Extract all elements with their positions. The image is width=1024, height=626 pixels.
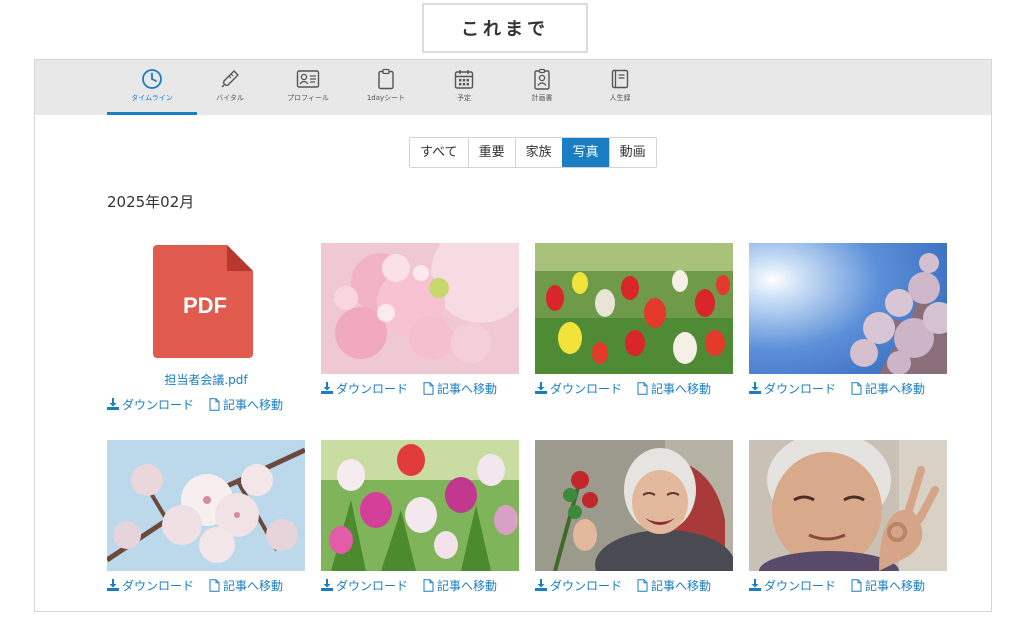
tab-label: バイタル — [216, 94, 244, 102]
pdf-badge: PDF — [183, 293, 227, 318]
notebook-icon — [611, 69, 629, 89]
pdf-file-icon[interactable]: PDF — [107, 243, 305, 374]
photo-thumbnail[interactable] — [321, 243, 519, 374]
item-actions: ダウンロード 記事へ移動 — [107, 577, 307, 593]
download-label: ダウンロード — [336, 578, 409, 593]
clock-icon — [142, 69, 162, 89]
tab-timeline[interactable]: タイムライン — [107, 60, 197, 115]
goto-article-button[interactable]: 記事へ移動 — [637, 577, 711, 594]
document-icon — [209, 397, 220, 411]
goto-label: 記事へ移動 — [651, 381, 712, 396]
item-actions: ダウンロード 記事へ移動 — [107, 396, 307, 412]
download-button[interactable]: ダウンロード — [749, 380, 836, 397]
download-label: ダウンロード — [550, 578, 623, 593]
item-actions: ダウンロード 記事へ移動 — [535, 380, 735, 396]
item-actions: ダウンロード 記事へ移動 — [321, 577, 521, 593]
filter-important[interactable]: 重要 — [467, 138, 515, 167]
item-actions: ダウンロード 記事へ移動 — [749, 577, 949, 593]
thermometer-icon — [221, 70, 239, 88]
download-icon — [321, 382, 333, 394]
document-icon — [209, 578, 220, 592]
goto-label: 記事へ移動 — [437, 381, 498, 396]
page-title: これまで — [422, 3, 588, 53]
tab-profile[interactable]: プロフィール — [263, 60, 353, 115]
photo-thumbnail[interactable] — [107, 440, 305, 571]
download-icon — [749, 579, 761, 591]
filter-photo[interactable]: 写真 — [561, 138, 609, 167]
download-icon — [107, 579, 119, 591]
pdf-filename[interactable]: 担当者会議.pdf — [107, 371, 305, 388]
filter-group: すべて 重要 家族 写真 動画 — [409, 137, 657, 168]
tab-label: タイムライン — [131, 94, 173, 102]
id-badge-icon — [534, 68, 550, 90]
download-icon — [107, 398, 119, 410]
filter-video[interactable]: 動画 — [608, 138, 656, 167]
goto-label: 記事へ移動 — [865, 578, 926, 593]
download-button[interactable]: ダウンロード — [107, 577, 194, 594]
goto-label: 記事へ移動 — [437, 578, 498, 593]
item-actions: ダウンロード 記事へ移動 — [749, 380, 949, 396]
download-button[interactable]: ダウンロード — [535, 577, 622, 594]
download-icon — [749, 382, 761, 394]
goto-label: 記事へ移動 — [223, 578, 284, 593]
download-icon — [535, 579, 547, 591]
download-icon — [535, 382, 547, 394]
item-actions: ダウンロード 記事へ移動 — [321, 380, 521, 396]
goto-label: 記事へ移動 — [651, 578, 712, 593]
download-icon — [321, 579, 333, 591]
document-icon — [423, 578, 434, 592]
tab-life-record[interactable]: 人生録 — [575, 60, 665, 115]
tab-label: 人生録 — [609, 94, 631, 102]
tab-label: 予定 — [457, 94, 471, 102]
download-button[interactable]: ダウンロード — [749, 577, 836, 594]
document-icon — [423, 381, 434, 395]
goto-article-button[interactable]: 記事へ移動 — [851, 380, 925, 397]
goto-label: 記事へ移動 — [223, 397, 284, 412]
download-label: ダウンロード — [550, 381, 623, 396]
download-button[interactable]: ダウンロード — [535, 380, 622, 397]
goto-article-button[interactable]: 記事へ移動 — [851, 577, 925, 594]
goto-article-button[interactable]: 記事へ移動 — [209, 396, 283, 413]
download-button[interactable]: ダウンロード — [321, 577, 408, 594]
document-icon — [637, 578, 648, 592]
item-actions: ダウンロード 記事へ移動 — [535, 577, 735, 593]
goto-article-button[interactable]: 記事へ移動 — [209, 577, 283, 594]
document-icon — [637, 381, 648, 395]
tab-plan[interactable]: 計画書 — [497, 60, 587, 115]
tab-schedule[interactable]: 予定 — [419, 60, 509, 115]
photo-thumbnail[interactable] — [749, 243, 947, 374]
filter-all[interactable]: すべて — [410, 138, 468, 167]
profile-card-icon — [296, 70, 320, 88]
tab-1day-sheet[interactable]: 1dayシート — [341, 60, 431, 115]
tab-bar: タイムライン バイタル プロフィール 1dayシート 予定 計画書 人生録 — [35, 60, 991, 115]
download-button[interactable]: ダウンロード — [107, 396, 194, 413]
photo-thumbnail[interactable] — [321, 440, 519, 571]
document-icon — [851, 381, 862, 395]
tab-label: プロフィール — [287, 94, 329, 102]
tab-label: 計画書 — [531, 94, 553, 102]
goto-label: 記事へ移動 — [865, 381, 926, 396]
document-icon — [851, 578, 862, 592]
goto-article-button[interactable]: 記事へ移動 — [423, 577, 497, 594]
download-label: ダウンロード — [764, 381, 837, 396]
filter-family[interactable]: 家族 — [514, 138, 562, 167]
tab-label: 1dayシート — [366, 94, 406, 102]
calendar-icon — [454, 70, 474, 89]
goto-article-button[interactable]: 記事へ移動 — [423, 380, 497, 397]
download-label: ダウンロード — [122, 578, 195, 593]
download-label: ダウンロード — [122, 397, 195, 412]
tab-vital[interactable]: バイタル — [185, 60, 275, 115]
goto-article-button[interactable]: 記事へ移動 — [637, 380, 711, 397]
clipboard-icon — [378, 68, 394, 90]
photo-thumbnail[interactable] — [535, 440, 733, 571]
photo-thumbnail[interactable] — [749, 440, 947, 571]
timeline-panel: タイムライン バイタル プロフィール 1dayシート 予定 計画書 人生録 すべ… — [34, 59, 992, 612]
month-heading: 2025年02月 — [107, 193, 195, 211]
download-label: ダウンロード — [336, 381, 409, 396]
download-label: ダウンロード — [764, 578, 837, 593]
photo-thumbnail[interactable] — [535, 243, 733, 374]
download-button[interactable]: ダウンロード — [321, 380, 408, 397]
